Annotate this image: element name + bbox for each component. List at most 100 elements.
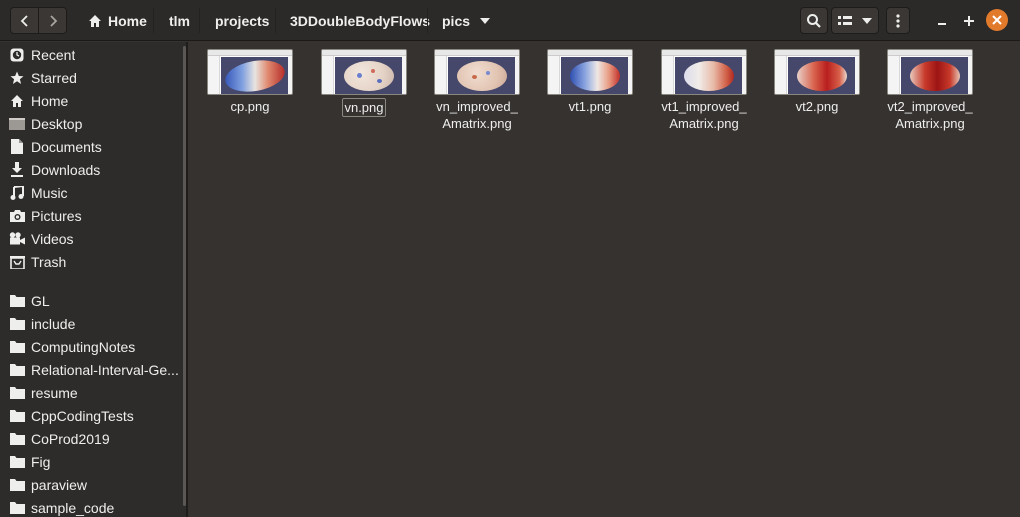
sidebar-item-cppcodingtests[interactable]: CppCodingTests bbox=[0, 404, 186, 427]
sidebar-scrollbar[interactable] bbox=[183, 46, 186, 506]
sidebar-item-label: GL bbox=[31, 292, 50, 309]
file-item[interactable]: vt2.png bbox=[767, 49, 867, 115]
sidebar-item-gl[interactable]: GL bbox=[0, 289, 186, 312]
close-button[interactable] bbox=[986, 9, 1008, 31]
file-item[interactable]: vt1_improved_ Amatrix.png bbox=[654, 49, 754, 132]
sidebar-item-starred[interactable]: Starred bbox=[0, 66, 186, 89]
sidebar-item-videos[interactable]: Videos bbox=[0, 227, 186, 250]
go-next-icon bbox=[50, 14, 58, 27]
breadcrumb-pics[interactable]: pics bbox=[442, 7, 491, 34]
back-button[interactable] bbox=[11, 8, 39, 33]
star-icon bbox=[9, 70, 25, 86]
sidebar-item-label: sample_code bbox=[31, 499, 115, 516]
sidebar-item-label: Pictures bbox=[31, 207, 82, 224]
sidebar-item-coprod2019[interactable]: CoProd2019 bbox=[0, 427, 186, 450]
sidebar-item-label: Trash bbox=[31, 253, 67, 270]
sidebar-item-trash[interactable]: Trash bbox=[0, 250, 186, 273]
trash-icon bbox=[9, 254, 25, 270]
camera-icon bbox=[9, 208, 25, 224]
breadcrumb-3ddoublebodyflows[interactable]: 3DDoubleBodyFlows bbox=[290, 7, 430, 34]
file-item[interactable]: vt1.png bbox=[540, 49, 640, 115]
sidebar-item-desktop[interactable]: Desktop bbox=[0, 112, 186, 135]
sidebar-item-relational-interval[interactable]: Relational-Interval-Ge... bbox=[0, 358, 186, 381]
sidebar-item-fig[interactable]: Fig bbox=[0, 450, 186, 473]
maximize-button[interactable] bbox=[959, 7, 979, 34]
folder-icon bbox=[9, 339, 25, 355]
chevron-down-icon bbox=[862, 17, 872, 24]
breadcrumb-separator bbox=[275, 8, 276, 33]
sidebar-item-sample-code[interactable]: sample_code bbox=[0, 496, 186, 517]
music-icon bbox=[9, 185, 25, 201]
main-menu-button[interactable] bbox=[886, 7, 910, 34]
header-bar: Home tlm projects 3DDoubleBodyFlows pics bbox=[0, 0, 1020, 41]
view-options-button[interactable] bbox=[831, 7, 879, 34]
maximize-icon bbox=[964, 15, 974, 26]
sidebar-item-resume[interactable]: resume bbox=[0, 381, 186, 404]
breadcrumb-projects[interactable]: projects bbox=[215, 7, 269, 34]
search-button[interactable] bbox=[800, 7, 828, 34]
sidebar-item-label: Videos bbox=[31, 230, 74, 247]
image-thumbnail bbox=[774, 49, 860, 95]
sidebar-item-downloads[interactable]: Downloads bbox=[0, 158, 186, 181]
file-item[interactable]: cp.png bbox=[200, 49, 300, 115]
file-name: vn_improved_ Amatrix.png bbox=[436, 99, 518, 131]
file-name: vt2.png bbox=[795, 99, 839, 114]
breadcrumb-label: 3DDoubleBodyFlows bbox=[290, 12, 431, 29]
file-name: vt2_improved_ Amatrix.png bbox=[887, 99, 973, 131]
document-icon bbox=[9, 139, 25, 155]
sidebar-item-include[interactable]: include bbox=[0, 312, 186, 335]
image-thumbnail bbox=[434, 49, 520, 95]
sidebar-item-pictures[interactable]: Pictures bbox=[0, 204, 186, 227]
video-icon bbox=[9, 231, 25, 247]
file-name: vt1.png bbox=[568, 99, 612, 114]
search-icon bbox=[807, 13, 821, 28]
sidebar-item-label: Starred bbox=[31, 69, 77, 86]
home-icon bbox=[9, 93, 25, 109]
sidebar-item-label: CppCodingTests bbox=[31, 407, 134, 424]
sidebar-item-computingnotes[interactable]: ComputingNotes bbox=[0, 335, 186, 358]
file-name: vn.png bbox=[342, 98, 386, 117]
sidebar-item-label: Downloads bbox=[31, 161, 101, 178]
sidebar-item-label: Desktop bbox=[31, 115, 83, 132]
image-thumbnail bbox=[887, 49, 973, 95]
image-thumbnail bbox=[547, 49, 633, 95]
kebab-menu-icon bbox=[896, 13, 900, 28]
sidebar: Recent Starred Home Desktop Documents Do… bbox=[0, 42, 188, 517]
sidebar-item-label: Fig bbox=[31, 453, 51, 470]
sidebar-item-recent[interactable]: Recent bbox=[0, 43, 186, 66]
file-view: cp.png vn.png vn_improved_ Amatrix.png v… bbox=[190, 42, 1020, 517]
file-item[interactable]: vn_improved_ Amatrix.png bbox=[427, 49, 527, 132]
sidebar-item-label: resume bbox=[31, 384, 78, 401]
go-previous-icon bbox=[20, 14, 28, 27]
sidebar-item-paraview[interactable]: paraview bbox=[0, 473, 186, 496]
breadcrumb-label: pics bbox=[442, 12, 471, 29]
breadcrumb-separator bbox=[153, 8, 154, 33]
sidebar-item-label: Music bbox=[31, 184, 68, 201]
sidebar-item-label: Recent bbox=[31, 46, 76, 63]
sidebar-item-label: Documents bbox=[31, 138, 102, 155]
minimize-button[interactable] bbox=[932, 7, 952, 34]
file-name: vt1_improved_ Amatrix.png bbox=[661, 99, 747, 131]
breadcrumb-separator bbox=[199, 8, 200, 33]
file-item[interactable]: vn.png bbox=[314, 49, 414, 117]
clock-icon bbox=[9, 47, 25, 63]
download-icon bbox=[9, 162, 25, 178]
desktop-icon bbox=[9, 116, 25, 132]
list-view-icon bbox=[838, 15, 852, 25]
close-icon bbox=[992, 15, 1002, 25]
folder-icon bbox=[9, 385, 25, 401]
breadcrumb-home[interactable]: Home bbox=[88, 7, 147, 34]
breadcrumb-label: tlm bbox=[169, 12, 190, 29]
sidebar-item-label: Relational-Interval-Ge... bbox=[31, 361, 179, 378]
folder-icon bbox=[9, 362, 25, 378]
breadcrumb-tlm[interactable]: tlm bbox=[169, 7, 190, 34]
image-thumbnail bbox=[207, 49, 293, 95]
forward-button[interactable] bbox=[38, 8, 66, 33]
sidebar-item-label: Home bbox=[31, 92, 69, 109]
sidebar-item-music[interactable]: Music bbox=[0, 181, 186, 204]
folder-icon bbox=[9, 477, 25, 493]
sidebar-item-home[interactable]: Home bbox=[0, 89, 186, 112]
file-item[interactable]: vt2_improved_ Amatrix.png bbox=[880, 49, 980, 132]
breadcrumb-label: projects bbox=[215, 12, 270, 29]
sidebar-item-documents[interactable]: Documents bbox=[0, 135, 186, 158]
